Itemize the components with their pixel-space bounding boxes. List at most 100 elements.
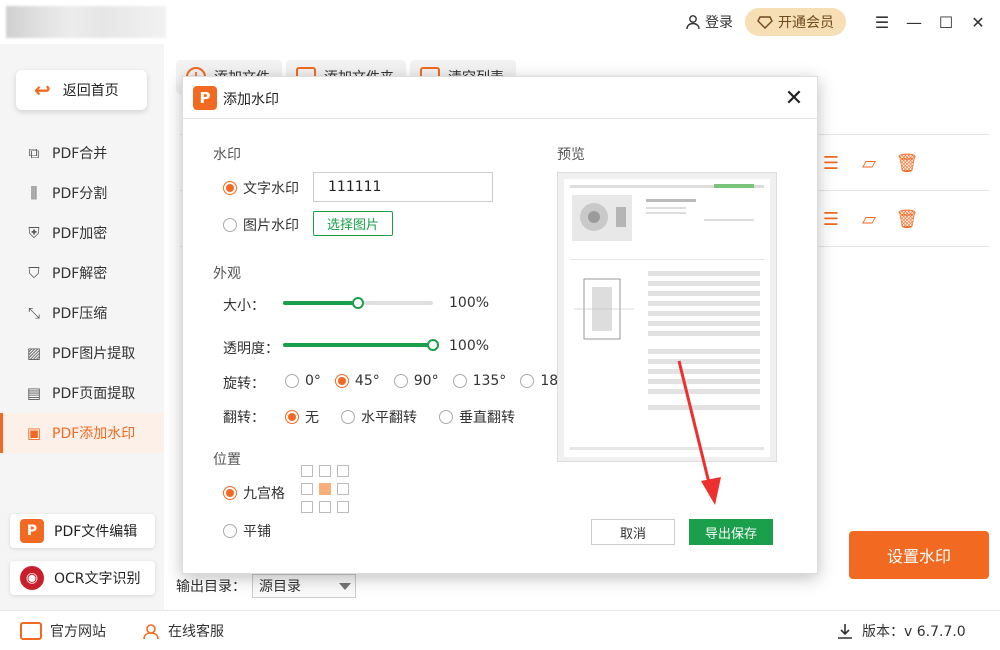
file-row-actions: ☰ ▱ 🗑: [822, 209, 919, 230]
position-section-title: 位置: [213, 452, 241, 468]
image-wm-label: 图片水印: [243, 218, 299, 234]
radio-unselected[interactable]: [393, 374, 408, 388]
sidebar-item-compress[interactable]: ⤡ PDF压缩: [0, 293, 164, 333]
website-link[interactable]: 官方网站: [20, 621, 106, 641]
radio-unselected[interactable]: [520, 374, 535, 388]
position-tile-option[interactable]: 平铺: [223, 521, 271, 542]
rotate-option[interactable]: 90°: [393, 373, 439, 389]
grid-cell[interactable]: [337, 501, 349, 513]
grid-cell[interactable]: [301, 483, 313, 495]
minimize-icon[interactable]: —: [898, 6, 930, 38]
rotate-option[interactable]: 0°: [285, 373, 321, 389]
page-icon: ▤: [26, 384, 42, 402]
watermark-text-value: 111111: [328, 179, 382, 195]
rotate-label: 旋转：: [223, 376, 265, 392]
grid-cell[interactable]: [301, 465, 313, 477]
watermark-section-title: 水印: [213, 147, 241, 163]
sidebar-item-decrypt[interactable]: ⛉ PDF解密: [0, 253, 164, 293]
sidebar-item-merge[interactable]: ⧉ PDF合并: [0, 133, 164, 173]
radio-selected[interactable]: [223, 486, 237, 500]
pdf-edit-tool-button[interactable]: P PDF文件编辑: [10, 514, 155, 548]
sidebar-item-watermark[interactable]: ▣ PDF添加水印: [0, 413, 164, 453]
appearance-section-title: 外观: [213, 266, 241, 282]
radio-unselected[interactable]: [285, 374, 299, 388]
opacity-slider[interactable]: [283, 339, 439, 351]
trash-icon[interactable]: 🗑: [896, 153, 919, 174]
sidebar-item-label: PDF分割: [52, 186, 108, 202]
grid-cell-selected[interactable]: [319, 483, 331, 495]
login-label: 登录: [705, 15, 733, 31]
position-grid-option[interactable]: 九宫格: [223, 483, 285, 503]
export-label: 导出保存: [704, 526, 757, 542]
image-watermark-option[interactable]: 图片水印: [223, 215, 299, 236]
radio-unselected[interactable]: [341, 410, 355, 424]
size-value: 100%: [449, 295, 490, 311]
rotate-option[interactable]: 135°: [452, 373, 506, 389]
trash-icon[interactable]: 🗑: [896, 209, 919, 230]
folder-open-icon[interactable]: ▱: [860, 153, 878, 174]
choose-image-label: 选择图片: [326, 218, 379, 233]
grid-cell[interactable]: [319, 501, 331, 513]
watermark-text-input[interactable]: 111111: [313, 172, 493, 202]
rotate-options: 0° 45° 90° 135° 180°: [285, 373, 574, 389]
rotate-option-label: 90°: [413, 373, 439, 389]
flip-option[interactable]: 水平翻转: [341, 407, 417, 427]
opacity-label: 透明度：: [223, 341, 279, 357]
size-slider-handle[interactable]: [352, 297, 364, 309]
flip-option[interactable]: 无: [285, 407, 319, 427]
sidebar-item-image-extract[interactable]: ▨ PDF图片提取: [0, 333, 164, 373]
app-logo: [6, 6, 166, 38]
shield-minus-icon: ⛉: [28, 264, 40, 282]
flip-option-label: 水平翻转: [361, 410, 417, 426]
home-button[interactable]: ↩ 返回首页: [16, 70, 147, 110]
cancel-button[interactable]: 取消: [591, 519, 675, 545]
radio-unselected[interactable]: [439, 410, 453, 424]
menu-icon[interactable]: ☰: [866, 6, 898, 38]
rotate-option[interactable]: 45°: [334, 373, 380, 389]
set-watermark-button[interactable]: 设置水印: [849, 531, 989, 579]
radio-selected[interactable]: [285, 410, 299, 424]
sidebar-item-page-extract[interactable]: ▤ PDF页面提取: [0, 373, 164, 413]
grid-cell[interactable]: [337, 465, 349, 477]
radio-unselected[interactable]: [452, 374, 467, 388]
radio-unselected[interactable]: [223, 524, 237, 538]
output-dir-select[interactable]: 源目录: [252, 574, 356, 598]
text-watermark-option[interactable]: 文字水印: [223, 178, 299, 198]
radio-selected[interactable]: [223, 181, 237, 195]
close-window-icon[interactable]: ✕: [962, 6, 994, 38]
radio-selected[interactable]: [334, 374, 349, 388]
list-icon[interactable]: ☰: [822, 209, 840, 230]
home-label: 返回首页: [62, 83, 119, 99]
folder-open-icon[interactable]: ▱: [860, 209, 878, 230]
size-slider[interactable]: [283, 297, 433, 309]
export-save-button[interactable]: 导出保存: [689, 519, 773, 545]
opacity-value: 100%: [449, 338, 490, 354]
chevron-down-icon: [339, 582, 351, 590]
login-button[interactable]: 登录: [685, 12, 733, 32]
maximize-icon[interactable]: ☐: [930, 6, 962, 38]
pdf-logo-icon: P: [20, 519, 44, 543]
compress-icon: ⤡: [27, 304, 40, 322]
close-icon[interactable]: ✕: [779, 83, 809, 113]
ocr-tool-button[interactable]: ◉ OCR文字识别: [10, 561, 155, 595]
choose-image-button[interactable]: 选择图片: [313, 211, 393, 236]
grid-cell[interactable]: [301, 501, 313, 513]
list-icon[interactable]: ☰: [822, 153, 840, 174]
vip-button[interactable]: 开通会员: [745, 8, 846, 36]
grid-cell[interactable]: [337, 483, 349, 495]
sidebar-item-split[interactable]: ⫼ PDF分割: [0, 173, 164, 213]
version-label: 版本：v 6.7.7.0: [862, 624, 966, 640]
sidebar-item-label: PDF图片提取: [52, 346, 136, 362]
rotate-option-label: 0°: [305, 373, 321, 389]
size-slider-fill: [283, 301, 358, 305]
opacity-slider-handle[interactable]: [427, 339, 439, 351]
flip-option[interactable]: 垂直翻转: [439, 407, 515, 427]
sidebar-item-encrypt[interactable]: ⛨ PDF加密: [0, 213, 164, 253]
service-link[interactable]: 在线客服: [142, 621, 224, 641]
grid-cell[interactable]: [319, 465, 331, 477]
file-row-actions: ☰ ▱ 🗑: [822, 153, 919, 174]
cancel-label: 取消: [619, 526, 646, 542]
radio-unselected[interactable]: [223, 218, 237, 232]
title-bar: 登录 开通会员 ☰ — ☐ ✕: [0, 0, 1000, 44]
diamond-icon: [757, 16, 773, 29]
